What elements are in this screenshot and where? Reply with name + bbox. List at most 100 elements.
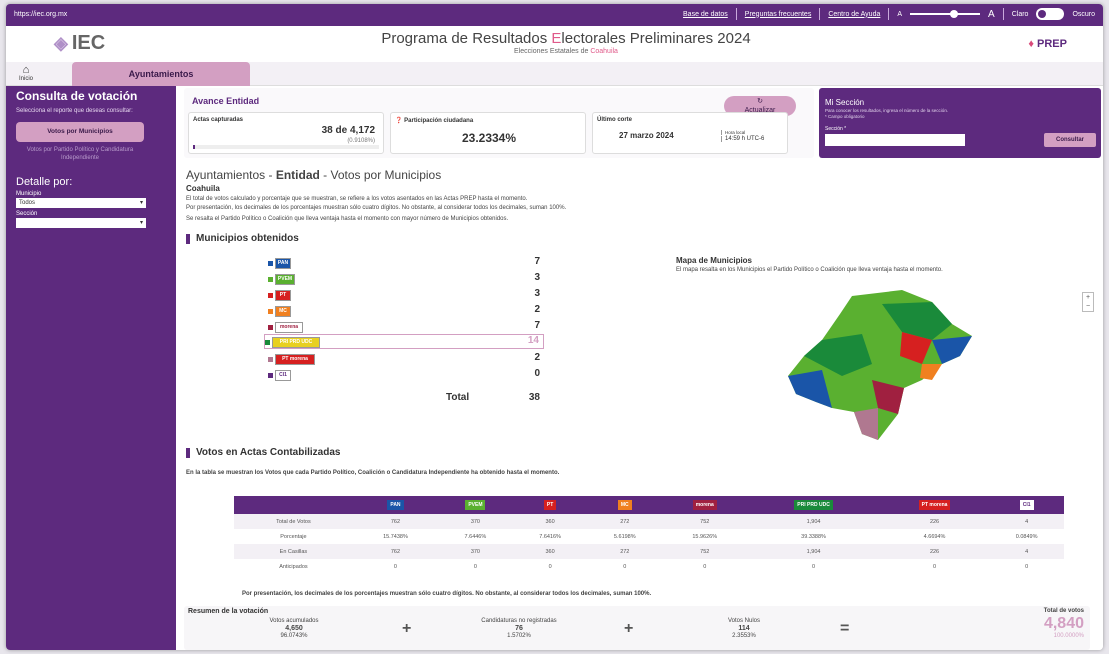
party-logo: MC [275,306,291,317]
municipio-row: PAN 7 [268,256,540,270]
table-cell: 752 [662,544,748,559]
table-cell: 1,904 [747,544,880,559]
header: ◈ IEC Programa de Resultados Electorales … [6,26,1103,62]
actas-pct: (0.9108%) [347,138,375,144]
municipio-count: 2 [534,304,540,315]
row-label: Total de Votos [234,514,353,529]
table-header-cell: PT [512,496,588,514]
coahuila-map[interactable] [782,284,982,444]
acumulados: Votos acumulados 4,650 96.0743% [269,618,319,639]
seccion-input[interactable] [825,134,965,146]
table-cell: 762 [352,544,439,559]
map-region-pvem[interactable] [788,290,972,440]
header-party-logo: PRI PRD UDC [794,500,833,510]
seccion-select[interactable] [16,218,146,228]
page-subtitle: Elecciones Estatales de Coahuila [514,48,618,55]
votos-partido-button[interactable]: Votos por Partido Político y Candidatura… [16,146,144,162]
municipios-title: Municipios obtenidos [186,234,299,244]
seccion-label: Sección [16,211,38,217]
municipio-count: 2 [534,352,540,363]
party-color-swatch [268,261,273,266]
table-cell: 360 [512,514,588,529]
row-label: Porcentaje [280,533,307,540]
table-cell: 15.9626% [692,533,718,540]
corte-label: Último corte [597,117,633,123]
party-color-swatch [268,277,273,282]
browser-frame: https://iec.org.mx Base de datos Pregunt… [6,4,1103,650]
link-ayuda[interactable]: Centro de Ayuda [828,11,880,18]
table-cell: 0 [933,563,937,570]
table-cell: 0 [548,563,552,570]
refresh-icon: ↻ [757,98,763,105]
table-cell: 370 [438,544,513,559]
actas-card: Actas capturadas 38 de 4,172 (0.9108%) [188,112,384,154]
note-p1: El total de votos calculado y porcentaje… [186,196,528,202]
participacion-card: ❓ Participación ciudadana 23.2334% [390,112,586,154]
note-p3: Se resalta el Partido Político o Coalici… [186,216,509,222]
corte-card: Último corte 27 marzo 2024 Hora local 14… [592,112,788,154]
resumen-title: Resumen de la votación [188,608,269,615]
municipio-count: 14 [527,335,539,346]
votos-municipios-button[interactable]: Votos por Municipios [16,122,144,142]
home-button[interactable]: ⌂ Inicio [12,64,40,82]
table-cell: 752 [662,514,748,529]
font-large-label: A [988,8,995,20]
theme-toggle[interactable] [1036,8,1065,20]
table-cell: 0 [812,563,816,570]
table-cell: 4.6694% [923,533,946,540]
header-party-logo: morena [692,500,717,510]
municipio-row: morena 7 [268,320,540,334]
no-registradas: Candidaturas no registradas 76 1.5702% [481,618,557,639]
note-p2: Por presentación, los decimales de los p… [186,205,567,211]
row-label: En Casillas [234,544,353,559]
party-logo: PAN [275,258,291,269]
party-logo: PVEM [275,274,295,285]
theme-dark-label: Oscuro [1072,10,1095,18]
tab-ayuntamientos[interactable]: Ayuntamientos [72,62,250,86]
map-region-mc[interactable] [920,364,942,380]
prep-logo: ♦ PREP [1028,38,1067,50]
font-size-slider[interactable] [910,10,981,18]
avance-title: Avance Entidad [192,96,260,106]
municipio-count: 0 [534,368,540,379]
table-cell: 4 [989,514,1064,529]
header-party-logo: PVEM [465,500,486,510]
table-cell: 15.7438% [383,533,408,540]
table-cell: 272 [587,544,663,559]
mapa-title: Mapa de Municipios [676,256,753,265]
table-header-cell: morena [662,496,748,514]
link-preguntas[interactable]: Preguntas frecuentes [745,11,812,18]
zoom-out-button[interactable]: − [1083,302,1093,311]
zoom-control[interactable]: + − [1082,292,1094,312]
party-logo: PRI PRD UDC [272,337,320,348]
seccion-input-label: Sección * [825,126,847,132]
home-icon: ⌂ [22,64,30,76]
zoom-in-button[interactable]: + [1083,293,1093,302]
header-party-logo: PAN [387,500,404,510]
iec-logo[interactable]: ◈ IEC [54,32,105,55]
municipio-count: 7 [534,256,540,267]
table-cell: 370 [438,514,513,529]
table-header: PAN PVEM PT MC morena PRI PRD UDC PT morena CI1 [234,496,1064,514]
party-logo: PT morena [275,354,315,365]
table-cell: 272 [587,514,663,529]
table-cell: 762 [352,514,439,529]
main-content: Avance Entidad ↻ Actualizar Actas captura… [176,86,1103,650]
table-header-cell: MC [587,496,663,514]
municipio-label: Municipio [16,191,42,197]
party-color-swatch [268,325,273,330]
consultar-button[interactable]: Consultar [1044,133,1096,147]
actas-progress [193,145,379,149]
top-bar: https://iec.org.mx Base de datos Pregunt… [6,4,1103,26]
plus-sign-2: + [624,620,634,637]
actas-value: 38 de 4,172 [321,125,375,136]
table-cell: 0 [623,563,627,570]
link-base-datos[interactable]: Base de datos [683,11,728,18]
map-region-pt-morena[interactable] [854,408,878,440]
participacion-value: 23.2334% [461,131,517,145]
municipio-select[interactable]: Todos [16,198,146,208]
detalle-title: Detalle por: [16,176,73,188]
party-color-swatch [268,357,273,362]
votos-note: Por presentación, los decimales de los p… [242,591,652,597]
table-cell: 5.6198% [613,533,636,540]
